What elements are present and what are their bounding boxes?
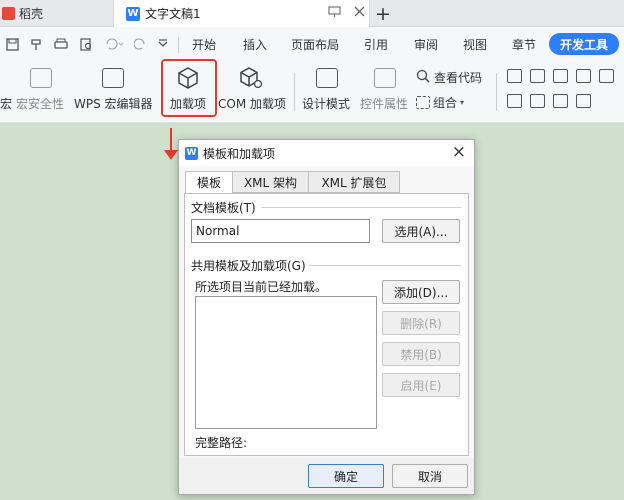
dialog-title: 模板和加载项 <box>203 146 276 161</box>
tab-templates[interactable]: 模板 <box>185 171 233 194</box>
document-template-label: 文档模板(T) <box>191 199 259 216</box>
tab-document-label: 文字文稿1 <box>145 7 201 21</box>
cancel-button[interactable]: 取消 <box>392 464 468 488</box>
menu-insert[interactable]: 插入 <box>243 27 267 61</box>
dropdown-list-control-icon[interactable] <box>530 94 545 108</box>
ribbon-separator <box>294 73 295 111</box>
arrow-head-icon <box>164 150 178 160</box>
global-templates-list[interactable] <box>195 296 377 429</box>
control-properties-button[interactable]: 控件属性 <box>358 61 412 123</box>
control-properties-label: 控件属性 <box>360 97 409 111</box>
js-editor-icon <box>102 68 124 88</box>
dialog-close-icon[interactable]: × <box>452 143 466 161</box>
tab-xml-expansion[interactable]: XML 扩展包 <box>308 171 400 193</box>
menu-review[interactable]: 审阅 <box>414 27 438 61</box>
tab-xml-schema[interactable]: XML 架构 <box>232 171 309 193</box>
group-button[interactable]: 组合 ▾ <box>416 94 464 111</box>
macro-button[interactable]: 宏 <box>0 61 12 123</box>
com-addins-button[interactable]: COM 加载项 <box>216 61 290 123</box>
text-control-icon[interactable] <box>507 69 522 83</box>
save-icon[interactable] <box>4 27 20 61</box>
add-button[interactable]: 添加(D)... <box>382 280 460 304</box>
menu-separator <box>178 37 179 53</box>
templates-addins-dialog: W 模板和加载项 × 模板 XML 架构 XML 扩展包 文档模板(T) Nor… <box>178 139 475 495</box>
com-addins-label: COM 加载项 <box>218 97 286 111</box>
design-mode-button[interactable]: 设计模式 <box>300 61 354 123</box>
group-divider-2 <box>307 265 461 266</box>
view-code-label: 查看代码 <box>434 71 483 85</box>
rich-text-control-icon[interactable] <box>530 69 545 83</box>
combo-box-control-icon[interactable] <box>507 94 522 108</box>
delete-button[interactable]: 删除(R) <box>382 311 460 335</box>
macro-security-button[interactable]: 宏安全性 <box>14 61 68 123</box>
menu-developer-tools[interactable]: 开发工具 <box>549 33 619 55</box>
more-dropdown-icon[interactable] <box>155 27 171 61</box>
repeating-section-control-icon[interactable] <box>576 94 591 108</box>
macro-security-label: 宏安全性 <box>16 97 65 111</box>
print-preview-icon[interactable] <box>78 27 94 61</box>
menu-row: 开始 插入 页面布局 引用 审阅 视图 章节 开发工具 <box>0 27 624 61</box>
picture-control-icon[interactable] <box>553 69 568 83</box>
group-label: 组合 <box>433 96 458 110</box>
loaded-note: 所选项目当前已经加载。 <box>195 280 328 294</box>
enable-button[interactable]: 启用(E) <box>382 373 460 397</box>
tab-daoke[interactable]: 稻壳 <box>0 0 105 27</box>
design-mode-icon <box>316 68 338 88</box>
choose-button[interactable]: 选用(A)... <box>382 219 460 243</box>
close-tab-icon[interactable] <box>349 6 369 21</box>
design-mode-label: 设计模式 <box>302 97 351 111</box>
full-path-label: 完整路径: <box>195 436 248 450</box>
ribbon-separator-2 <box>496 73 497 111</box>
macro-label: 宏 <box>0 97 13 111</box>
checkbox-control-icon[interactable] <box>599 69 614 83</box>
group-dropdown-icon: ▾ <box>460 98 465 107</box>
menu-view[interactable]: 视图 <box>463 27 487 61</box>
menu-chapter[interactable]: 章节 <box>512 27 536 61</box>
shield-icon <box>30 68 52 88</box>
document-template-field[interactable]: Normal <box>191 219 370 243</box>
group-divider <box>261 207 461 208</box>
wps-writer-icon: W <box>126 6 140 21</box>
format-painter-icon[interactable] <box>28 27 44 61</box>
dialog-title-bar[interactable]: W 模板和加载项 × <box>179 140 474 166</box>
menu-page-layout[interactable]: 页面布局 <box>291 27 339 61</box>
date-picker-control-icon[interactable] <box>553 94 568 108</box>
wps-macro-editor-button[interactable]: WPS 宏编辑器 <box>72 61 154 123</box>
global-templates-label: 共用模板及加载项(G) <box>191 257 309 274</box>
control-properties-icon <box>374 68 396 88</box>
disable-button[interactable]: 禁用(B) <box>382 342 460 366</box>
group-icon <box>416 96 430 109</box>
menu-start[interactable]: 开始 <box>192 27 216 61</box>
daoke-logo-icon <box>2 7 15 20</box>
ok-button[interactable]: 确定 <box>308 464 384 488</box>
developer-ribbon: 宏 宏安全性 WPS 宏编辑器 加载项 COM 加载项 设计模式 控件属性 查看… <box>0 61 624 123</box>
tab-document[interactable]: W 文字文稿1 <box>113 0 370 27</box>
wps-writer-icon: W <box>185 146 198 160</box>
print-icon[interactable] <box>52 27 70 61</box>
tab-bar: 稻壳 W 文字文稿1 + <box>0 0 624 27</box>
undo-icon[interactable] <box>101 27 127 61</box>
view-code-icon <box>416 69 431 86</box>
cube-gear-icon <box>238 66 264 93</box>
redo-icon[interactable] <box>132 27 148 61</box>
view-code-button[interactable]: 查看代码 <box>416 69 482 86</box>
addins-highlight-box <box>161 59 217 117</box>
pin-icon[interactable] <box>324 5 344 22</box>
wps-macro-editor-label: WPS 宏编辑器 <box>74 97 153 111</box>
new-tab-button[interactable]: + <box>370 0 396 27</box>
building-block-control-icon[interactable] <box>576 69 591 83</box>
tab-daoke-label: 稻壳 <box>19 7 44 21</box>
menu-references[interactable]: 引用 <box>364 27 388 61</box>
